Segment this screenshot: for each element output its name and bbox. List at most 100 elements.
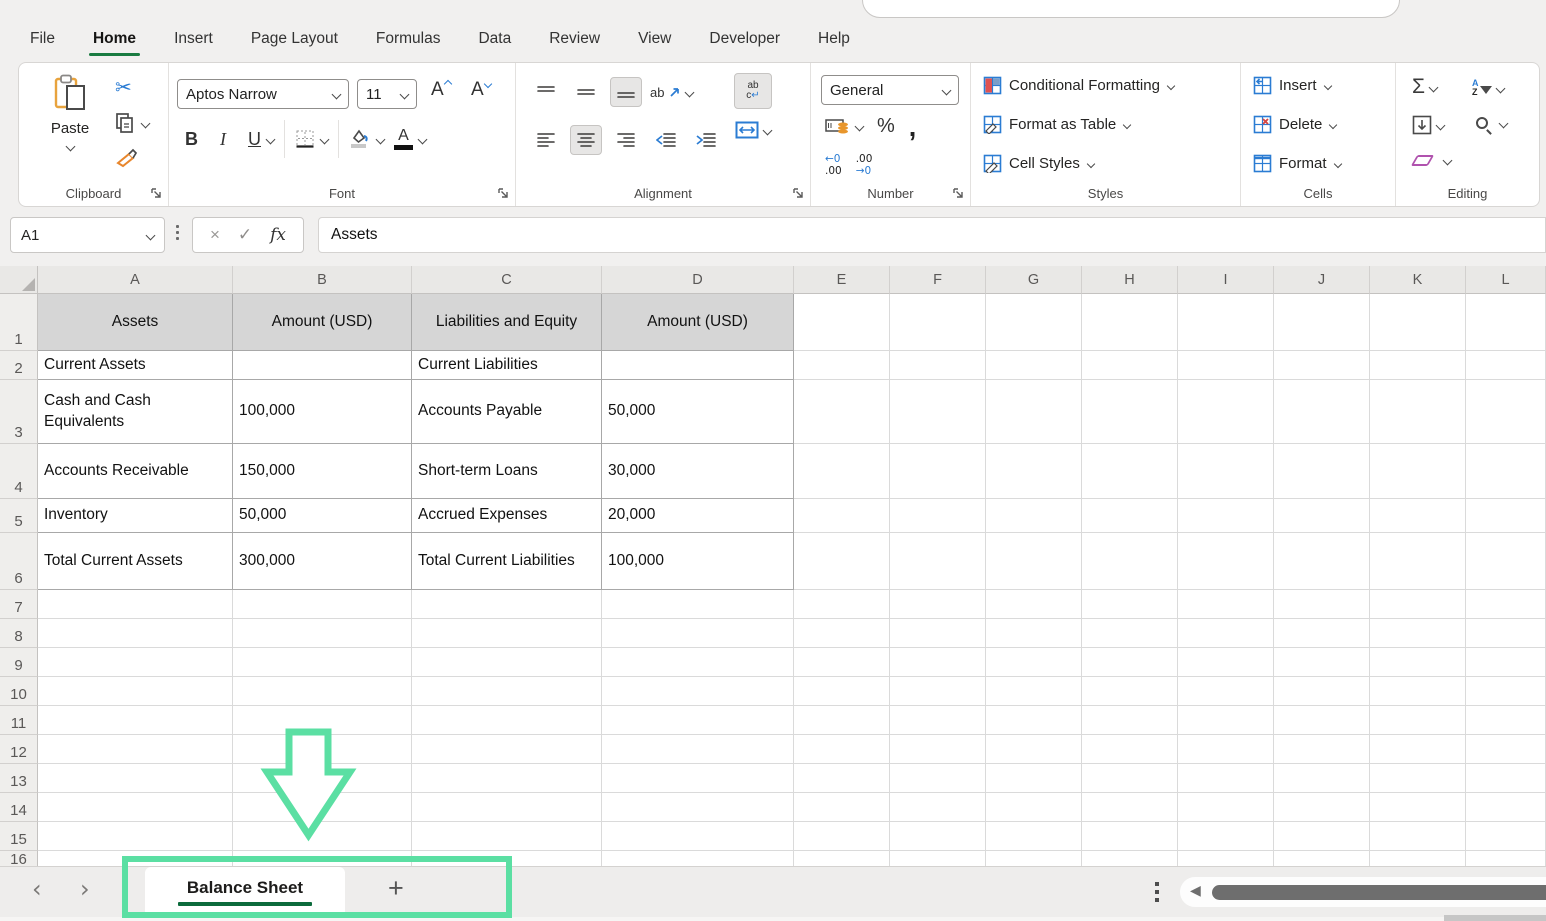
row-header-3[interactable]: 3	[0, 380, 38, 444]
cell-F3[interactable]	[890, 380, 986, 444]
cell-H4[interactable]	[1082, 444, 1178, 499]
cell-J7[interactable]	[1274, 590, 1370, 619]
cell-J12[interactable]	[1274, 735, 1370, 764]
prev-sheet-icon[interactable]: ‹	[32, 875, 42, 903]
chevron-down-icon[interactable]	[418, 134, 428, 144]
cell-G7[interactable]	[986, 590, 1082, 619]
cell-E6[interactable]	[794, 533, 890, 590]
cell-E1[interactable]	[794, 294, 890, 351]
cell-F10[interactable]	[890, 677, 986, 706]
scroll-left-icon[interactable]: ◀	[1190, 883, 1201, 899]
cell-D15[interactable]	[602, 822, 794, 851]
row-header-1[interactable]: 1	[0, 294, 38, 351]
cell-C13[interactable]	[412, 764, 602, 793]
font-dialog-launcher-icon[interactable]	[497, 187, 510, 200]
cell-E2[interactable]	[794, 351, 890, 380]
cell-C9[interactable]	[412, 648, 602, 677]
cell-E16[interactable]	[794, 851, 890, 866]
cell-D3[interactable]: 50,000	[602, 380, 794, 444]
ribbon-tab-developer[interactable]: Developer	[707, 26, 782, 52]
cell-I13[interactable]	[1178, 764, 1274, 793]
cell-E14[interactable]	[794, 793, 890, 822]
cell-F5[interactable]	[890, 499, 986, 533]
chevron-down-icon[interactable]	[685, 87, 695, 97]
column-header-H[interactable]: H	[1082, 266, 1178, 294]
cell-A8[interactable]	[38, 619, 233, 648]
cell-B7[interactable]	[233, 590, 412, 619]
sort-filter-button[interactable]: AZ	[1472, 79, 1504, 97]
column-header-B[interactable]: B	[233, 266, 412, 294]
cell-H12[interactable]	[1082, 735, 1178, 764]
chevron-down-icon[interactable]	[1329, 120, 1337, 128]
cell-G8[interactable]	[986, 619, 1082, 648]
cell-B8[interactable]	[233, 619, 412, 648]
increase-decimal-button[interactable]: ←0.00	[825, 153, 842, 177]
align-left-button[interactable]	[530, 125, 562, 155]
name-box[interactable]: A1	[10, 217, 165, 253]
cell-L15[interactable]	[1466, 822, 1546, 851]
cell-A6[interactable]: Total Current Assets	[38, 533, 233, 590]
cell-K16[interactable]	[1370, 851, 1466, 866]
row-header-12[interactable]: 12	[0, 735, 38, 764]
cell-F4[interactable]	[890, 444, 986, 499]
chevron-down-icon[interactable]	[146, 230, 156, 240]
row-header-16[interactable]: 16	[0, 851, 38, 866]
cell-B5[interactable]: 50,000	[233, 499, 412, 533]
cell-G2[interactable]	[986, 351, 1082, 380]
number-dialog-launcher-icon[interactable]	[952, 187, 965, 200]
accounting-format-button[interactable]	[825, 118, 863, 136]
chevron-down-icon[interactable]	[1495, 83, 1505, 93]
cell-B2[interactable]	[233, 351, 412, 380]
underline-button[interactable]: U	[242, 127, 274, 152]
cell-I12[interactable]	[1178, 735, 1274, 764]
cell-H14[interactable]	[1082, 793, 1178, 822]
cell-L7[interactable]	[1466, 590, 1546, 619]
cell-J2[interactable]	[1274, 351, 1370, 380]
cell-A10[interactable]	[38, 677, 233, 706]
formula-bar-handle[interactable]	[176, 225, 179, 240]
borders-button[interactable]	[295, 129, 328, 149]
fill-button[interactable]	[1412, 115, 1444, 135]
cell-C4[interactable]: Short-term Loans	[412, 444, 602, 499]
row-header-10[interactable]: 10	[0, 677, 38, 706]
ribbon-tab-home[interactable]: Home	[91, 26, 138, 52]
format-as-table-button[interactable]: Format as Table	[983, 115, 1130, 134]
column-header-C[interactable]: C	[412, 266, 602, 294]
formula-input[interactable]: Assets	[318, 217, 1546, 253]
column-header-I[interactable]: I	[1178, 266, 1274, 294]
copy-dropdown-icon[interactable]	[141, 118, 151, 128]
chevron-down-icon[interactable]	[855, 122, 865, 132]
cell-K7[interactable]	[1370, 590, 1466, 619]
horizontal-scrollbar-thumb[interactable]	[1212, 885, 1546, 900]
bottom-align-button[interactable]	[610, 77, 642, 107]
cell-J5[interactable]	[1274, 499, 1370, 533]
column-header-G[interactable]: G	[986, 266, 1082, 294]
decrease-decimal-button[interactable]: .00→0	[856, 153, 873, 177]
comma-button[interactable]: ,	[909, 122, 917, 132]
cell-G4[interactable]	[986, 444, 1082, 499]
cell-H15[interactable]	[1082, 822, 1178, 851]
paste-dropdown-icon[interactable]	[65, 142, 75, 152]
cell-G1[interactable]	[986, 294, 1082, 351]
alignment-dialog-launcher-icon[interactable]	[792, 187, 805, 200]
delete-button[interactable]: Delete	[1253, 115, 1336, 134]
cell-I8[interactable]	[1178, 619, 1274, 648]
cell-I11[interactable]	[1178, 706, 1274, 735]
column-header-L[interactable]: L	[1466, 266, 1546, 294]
bold-button[interactable]: B	[179, 127, 204, 152]
cell-I15[interactable]	[1178, 822, 1274, 851]
cell-L3[interactable]	[1466, 380, 1546, 444]
row-header-2[interactable]: 2	[0, 351, 38, 380]
clipboard-dialog-launcher-icon[interactable]	[150, 187, 163, 200]
center-align-button[interactable]	[570, 125, 602, 155]
scrollbar-resize-handle[interactable]	[1155, 882, 1159, 902]
cell-G13[interactable]	[986, 764, 1082, 793]
ribbon-tab-view[interactable]: View	[636, 26, 673, 52]
cell-J1[interactable]	[1274, 294, 1370, 351]
chevron-down-icon[interactable]	[763, 125, 773, 135]
cell-A12[interactable]	[38, 735, 233, 764]
cell-B3[interactable]: 100,000	[233, 380, 412, 444]
chevron-down-icon[interactable]	[1323, 81, 1331, 89]
cell-L13[interactable]	[1466, 764, 1546, 793]
cell-L4[interactable]	[1466, 444, 1546, 499]
